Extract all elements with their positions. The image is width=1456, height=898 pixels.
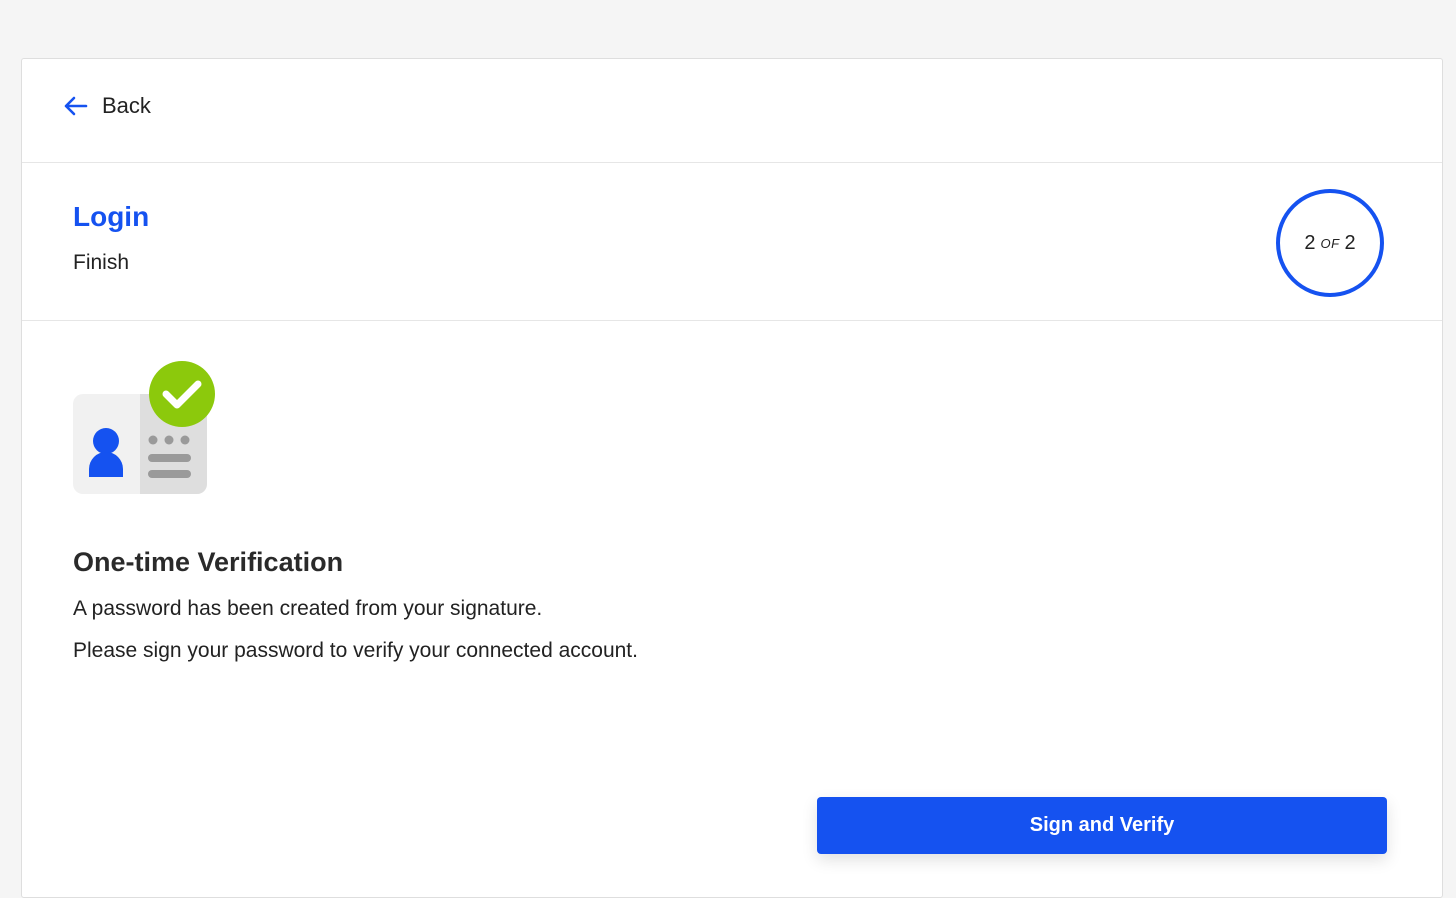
verification-instruction-line: Please sign your password to verify your…	[73, 639, 638, 662]
step-indicator: 2 OF 2	[1276, 189, 1384, 297]
sign-and-verify-button[interactable]: Sign and Verify	[817, 797, 1387, 854]
page-title: Login	[73, 201, 150, 232]
step-of-label: OF	[1320, 235, 1340, 251]
top-bar: Back	[22, 59, 1442, 163]
step-subtitle: Finish	[73, 251, 130, 274]
back-button[interactable]: Back	[62, 93, 151, 119]
step-current: 2	[1304, 231, 1316, 254]
login-card: Back Login Finish 2 OF 2 One-time Verifi…	[21, 58, 1443, 898]
verified-id-card-icon	[73, 361, 218, 496]
arrow-left-icon	[62, 95, 88, 117]
step-header: Login Finish 2 OF 2	[22, 163, 1442, 321]
back-label: Back	[102, 93, 151, 118]
step-total: 2	[1344, 231, 1356, 254]
verification-title: One-time Verification	[73, 547, 344, 577]
verification-message-line: A password has been created from your si…	[73, 597, 543, 620]
verification-content: One-time Verification A password has bee…	[22, 321, 1442, 881]
